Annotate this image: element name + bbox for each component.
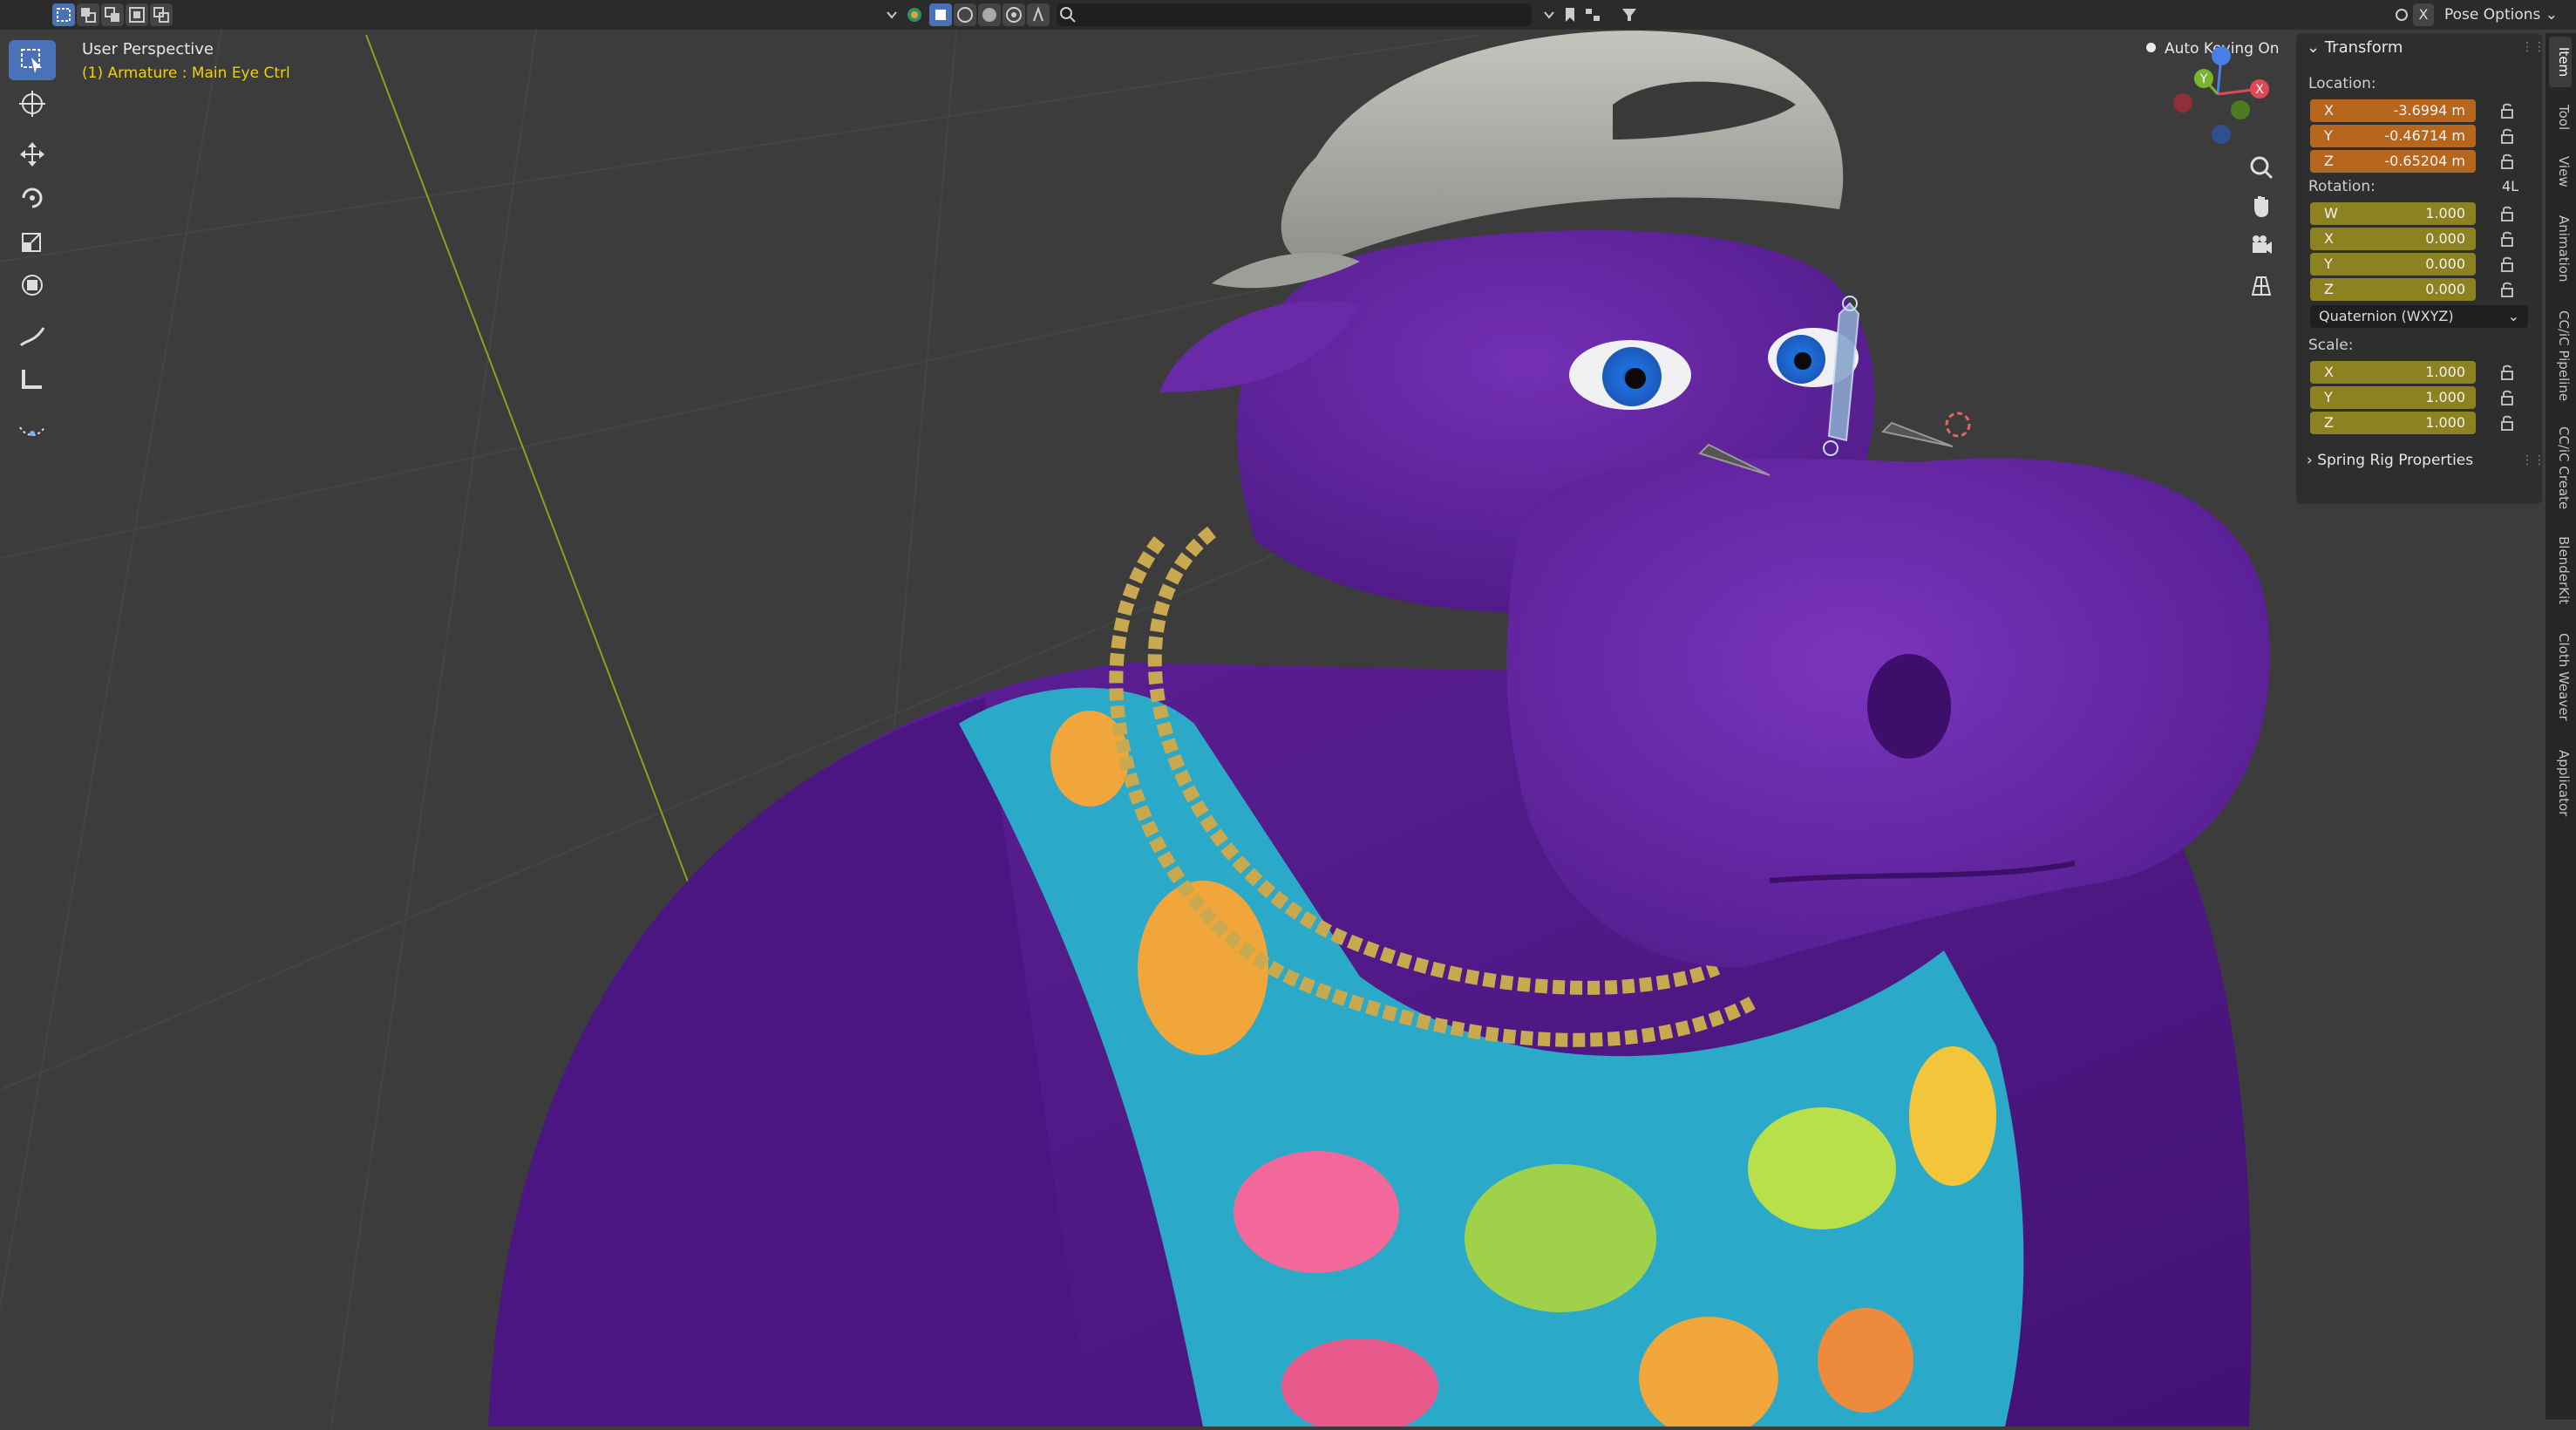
shading-wireframe-icon[interactable] (954, 3, 976, 26)
hippo-shoulder (488, 698, 1090, 1427)
sidebar-tabs: Item Tool View Animation CC/iC Pipeline … (2545, 33, 2576, 1420)
rotation-y-field[interactable]: Y 0.000 (2310, 253, 2476, 276)
sidebar-n-panel: ⌄ Transform ⋮⋮ Location: X -3.6994 m Y -0.… (2296, 33, 2545, 504)
lock-icon[interactable] (2498, 389, 2516, 406)
filter-funnel-icon[interactable] (1618, 3, 1641, 26)
chevron-down-icon[interactable] (880, 3, 903, 26)
lock-icon[interactable] (2498, 102, 2516, 119)
axis-neg-z-handle[interactable] (2212, 125, 2231, 144)
rotation-x-field[interactable]: X 0.000 (2310, 228, 2476, 250)
drag-handle-icon[interactable]: ⋮⋮ (2521, 453, 2545, 467)
3d-viewport[interactable] (0, 0, 2576, 1430)
bone-roll-tool[interactable] (9, 410, 56, 450)
select-mode-new-button[interactable] (52, 3, 75, 26)
baseball-cap (1281, 31, 1844, 262)
record-dot-icon (2146, 43, 2156, 52)
search-icon (1057, 3, 1079, 26)
search-input[interactable] (1057, 3, 1532, 26)
scale-label: Scale: (2308, 337, 2354, 354)
tab-cloth-weaver[interactable]: Cloth Weaver (2549, 623, 2572, 731)
scale-tool[interactable] (9, 221, 56, 262)
eye-pupil-right (1794, 352, 1811, 370)
lock-icon[interactable] (2498, 364, 2516, 381)
scene-render (0, 0, 2270, 1430)
lock-icon[interactable] (2498, 414, 2516, 432)
select-mode-intersect-button[interactable] (150, 3, 173, 26)
rotation-z-field[interactable]: Z 0.000 (2310, 278, 2476, 301)
rotation-mode-short[interactable]: 4L (2502, 178, 2518, 194)
location-y-field[interactable]: Y -0.46714 m (2310, 125, 2476, 147)
rotation-mode-select[interactable]: Quaternion (WXYZ) ⌄ (2310, 305, 2528, 328)
shading-solid-button[interactable] (929, 3, 952, 26)
shading-options-icon[interactable] (1027, 3, 1050, 26)
active-object-label: (1) Armature : Main Eye Ctrl (82, 65, 290, 82)
tab-cc-ic-create[interactable]: CC/iC Create (2549, 419, 2572, 518)
shading-material-icon[interactable] (978, 3, 1001, 26)
axis-neg-x-handle[interactable] (2173, 93, 2192, 112)
tab-view[interactable]: View (2549, 148, 2572, 195)
lock-icon[interactable] (2498, 153, 2516, 170)
3d-cursor[interactable] (1945, 412, 1971, 438)
lock-icon[interactable] (2498, 127, 2516, 145)
annotate-tool[interactable] (9, 316, 56, 356)
rotate-tool[interactable] (9, 178, 56, 218)
view-name-label: User Perspective (82, 40, 214, 58)
spring-rig-panel-header[interactable]: › Spring Rig Properties (2307, 452, 2473, 469)
pose-options-menu[interactable]: Pose Options ⌄ (2444, 3, 2565, 26)
select-mode-subtract-button[interactable] (101, 3, 124, 26)
chevron-down-icon[interactable] (1538, 3, 1560, 26)
select-box-tool[interactable] (9, 40, 56, 80)
move-tool[interactable] (9, 134, 56, 174)
location-z-field[interactable]: Z -0.65204 m (2310, 150, 2476, 173)
bookmark-icon[interactable] (1559, 3, 1581, 26)
tab-item[interactable]: Item (2549, 37, 2572, 87)
pan-hand-icon[interactable] (2242, 187, 2280, 225)
navigation-gizmo[interactable]: X Y (2162, 38, 2275, 152)
bone-right-eye[interactable] (1880, 421, 1954, 447)
eye-pupil-left (1625, 368, 1646, 389)
shading-rendered-icon[interactable] (1003, 3, 1025, 26)
hippo-nostril (1867, 654, 1951, 759)
svg-text:X: X (2255, 83, 2264, 97)
rotation-label: Rotation: (2308, 178, 2375, 195)
axis-z-handle[interactable] (2212, 46, 2231, 65)
location-label: Location: (2308, 75, 2376, 92)
svg-text:Y: Y (2199, 72, 2208, 86)
object-type-visibility-icon[interactable] (903, 3, 926, 26)
tab-cc-ic-pipeline[interactable]: CC/iC Pipeline (2549, 302, 2572, 410)
drag-handle-icon[interactable]: ⋮⋮ (2521, 40, 2545, 54)
tab-animation[interactable]: Animation (2549, 204, 2572, 293)
tab-blenderkit[interactable]: BlenderKit (2549, 527, 2572, 614)
rotation-w-field[interactable]: W 1.000 (2310, 202, 2476, 225)
select-mode-invert-button[interactable] (126, 3, 148, 26)
axis-neg-y-handle[interactable] (2231, 100, 2250, 119)
select-mode-extend-button[interactable] (77, 3, 99, 26)
location-x-field[interactable]: X -3.6994 m (2310, 99, 2476, 122)
measure-tool[interactable] (9, 359, 56, 399)
camera-view-icon[interactable] (2242, 227, 2280, 265)
lock-icon[interactable] (2498, 230, 2516, 248)
transform-tool[interactable] (9, 265, 56, 305)
tab-applicator[interactable]: Applicator (2549, 739, 2572, 827)
cursor-tool[interactable] (9, 84, 56, 124)
zoom-icon[interactable] (2242, 148, 2280, 187)
outliner-filter-icon[interactable] (1581, 3, 1604, 26)
gizmo-toggle-icon[interactable] (2390, 3, 2413, 26)
lock-icon[interactable] (2498, 255, 2516, 273)
scale-y-field[interactable]: Y 1.000 (2310, 386, 2476, 409)
scale-x-field[interactable]: X 1.000 (2310, 361, 2476, 384)
y-axis-line (365, 34, 698, 908)
tab-tool[interactable]: Tool (2549, 96, 2572, 140)
lock-icon[interactable] (2498, 205, 2516, 222)
viewport-header: X Pose Options ⌄ (0, 0, 2576, 30)
close-button[interactable]: X (2413, 3, 2434, 26)
perspective-toggle-icon[interactable] (2242, 267, 2280, 305)
scale-z-field[interactable]: Z 1.000 (2310, 412, 2476, 434)
lock-icon[interactable] (2498, 281, 2516, 298)
transform-panel-header[interactable]: ⌄ Transform (2307, 38, 2403, 57)
